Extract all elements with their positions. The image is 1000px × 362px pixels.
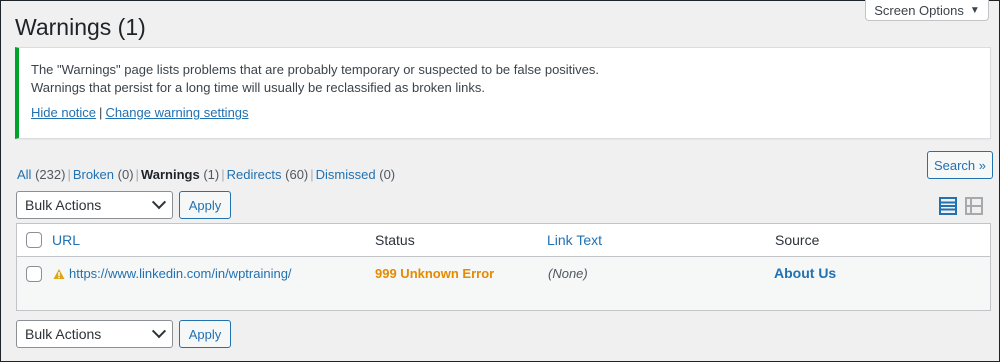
notice-separator: | [99,105,103,120]
search-button[interactable]: Search » [927,151,993,179]
notice-line-1: The "Warnings" page lists problems that … [31,62,600,77]
filter-redirects[interactable]: Redirects [227,167,282,182]
column-status: Status [375,232,415,248]
page-title: Warnings (1) [15,14,146,40]
notice-line-2: Warnings that persist for a long time wi… [31,80,485,95]
url-link[interactable]: https://www.linkedin.com/in/wptraining/ [69,266,292,281]
status-filter-links: All (232) | Broken (0) | Warnings (1) | Redire… [17,166,395,184]
bulk-actions-select-top[interactable]: Bulk Actions [16,191,173,219]
select-all-checkbox[interactable] [26,232,42,248]
chevron-down-icon [151,324,167,339]
filter-redirects-count: (60) [285,167,309,182]
screen-options-label: Screen Options [874,3,964,18]
table-row: https://www.linkedin.com/in/wptraining/ … [17,257,990,290]
filter-all-count: (232) [35,167,66,182]
filter-all[interactable]: All [17,167,31,182]
link-text-cell: (None) [548,266,588,281]
row-checkbox[interactable] [26,266,42,282]
column-url[interactable]: URL [52,232,80,248]
filter-dismissed[interactable]: Dismissed [316,167,376,182]
caret-down-icon: ▼ [969,5,980,16]
column-source: Source [775,232,820,248]
filter-divider: | [135,167,139,182]
excerpt-view-icon[interactable] [965,197,983,215]
chevron-down-icon [151,195,167,210]
hide-notice-link[interactable]: Hide notice [31,105,96,120]
apply-button-top[interactable]: Apply [179,191,231,219]
bulk-actions-select-bottom[interactable]: Bulk Actions [16,320,173,348]
url-cell: https://www.linkedin.com/in/wptraining/ [53,266,292,283]
filter-divider: | [310,167,314,182]
list-view-icon[interactable] [939,197,957,215]
column-link-text[interactable]: Link Text [547,232,602,248]
change-warning-settings-link[interactable]: Change warning settings [105,105,248,120]
filter-divider: | [221,167,225,182]
status-cell: 999 Unknown Error [375,266,495,281]
filter-broken[interactable]: Broken [73,167,114,182]
filter-broken-count: (0) [117,167,134,182]
bulk-actions-value: Bulk Actions [25,326,102,342]
filter-divider: | [67,167,71,182]
filter-dismissed-count: (0) [379,167,396,182]
filter-warnings-count: (1) [203,167,220,182]
table-header: URL Status Link Text Source [17,224,990,257]
source-link[interactable]: About Us [774,265,836,281]
notice-links: Hide notice | Change warning settings [31,105,249,120]
screen-options-button[interactable]: Screen Options ▼ [865,0,989,21]
apply-button-bottom[interactable]: Apply [179,320,231,348]
warning-triangle-icon [53,268,65,283]
table-row-spacer [17,290,990,310]
bulk-actions-value: Bulk Actions [25,197,102,213]
filter-warnings[interactable]: Warnings [141,167,200,182]
warnings-notice: The "Warnings" page lists problems that … [15,47,991,139]
links-table: URL Status Link Text Source https://www.… [16,223,991,311]
